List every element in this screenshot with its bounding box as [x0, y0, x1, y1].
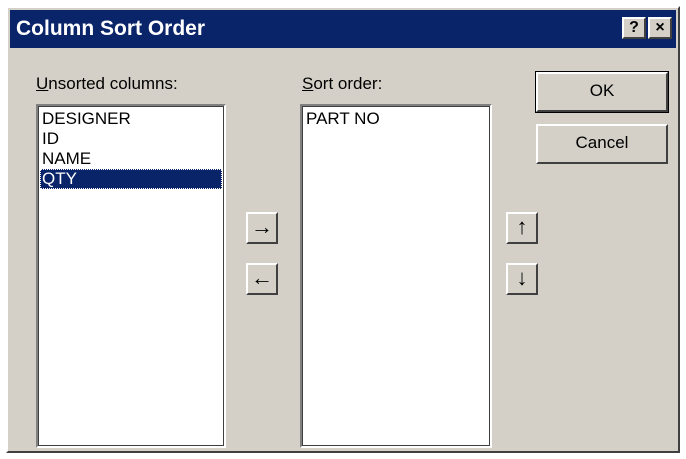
close-button[interactable]: ×	[648, 17, 672, 39]
arrow-left-icon: ←	[251, 265, 273, 290]
help-button[interactable]: ?	[622, 17, 646, 39]
ok-button[interactable]: OK	[535, 71, 669, 113]
arrow-down-icon: ↓	[516, 265, 528, 290]
unsorted-columns-label: Unsorted columns:	[36, 74, 178, 94]
list-item[interactable]: PART NO	[304, 109, 488, 129]
sort-order-label-text: ort order:	[313, 74, 383, 93]
unsorted-columns-list[interactable]: DESIGNER ID NAME QTY	[36, 104, 226, 448]
help-icon: ?	[629, 19, 639, 36]
unsorted-label-accelerator: U	[36, 74, 49, 93]
sort-order-label-accelerator: S	[302, 74, 314, 93]
unsorted-label-text: nsorted columns:	[48, 74, 178, 93]
dialog-title: Column Sort Order	[16, 17, 206, 40]
sort-order-label: Sort order:	[302, 74, 382, 94]
move-up-button[interactable]: ↑	[506, 212, 538, 244]
move-right-button[interactable]: →	[246, 212, 278, 244]
arrow-right-icon: →	[251, 214, 273, 239]
list-item-selected[interactable]: QTY	[40, 169, 222, 189]
close-icon: ×	[655, 19, 665, 36]
cancel-button[interactable]: Cancel	[536, 124, 668, 164]
title-bar[interactable]: Column Sort Order ? ×	[10, 10, 676, 48]
arrow-up-icon: ↑	[516, 214, 528, 239]
column-sort-order-dialog: Column Sort Order ? × Unsorted columns: …	[6, 6, 680, 453]
sort-order-list[interactable]: PART NO	[300, 104, 492, 448]
move-left-button[interactable]: ←	[246, 263, 278, 295]
list-item[interactable]: NAME	[40, 149, 222, 169]
list-item[interactable]: DESIGNER	[40, 109, 222, 129]
list-item[interactable]: ID	[40, 129, 222, 149]
move-down-button[interactable]: ↓	[506, 263, 538, 295]
